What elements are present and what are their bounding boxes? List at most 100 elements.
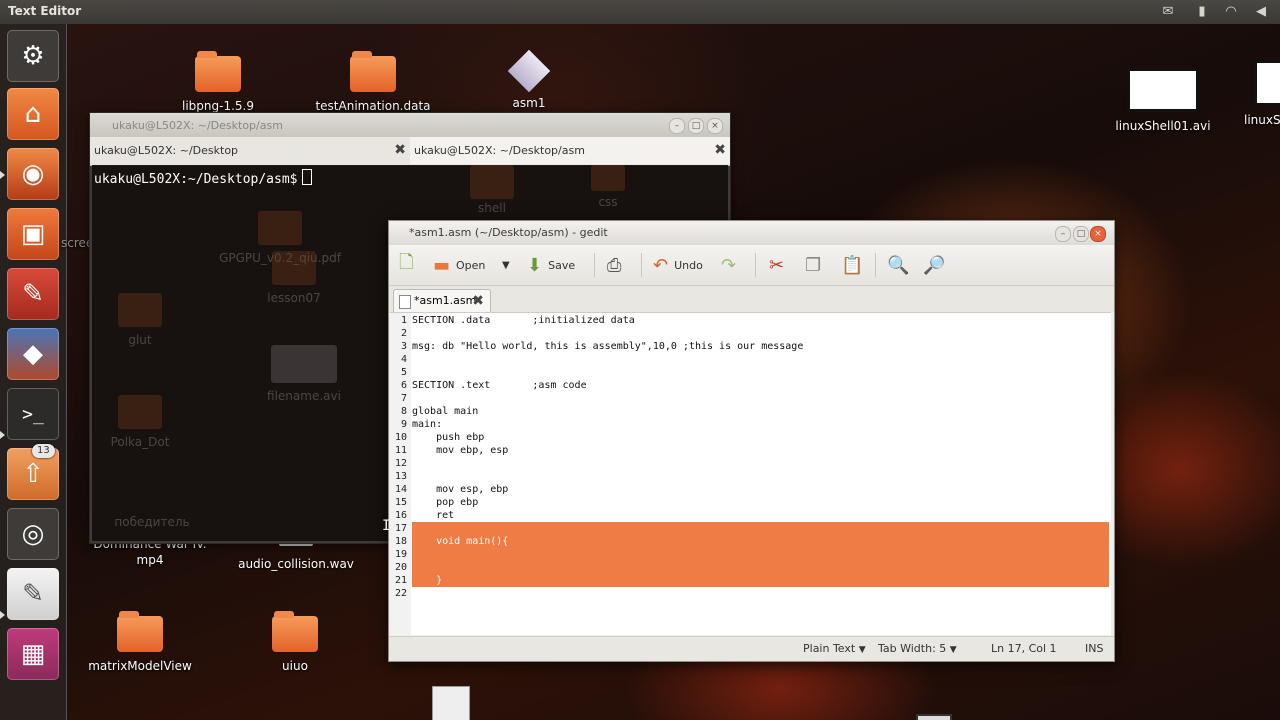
toolbar-separator: [875, 253, 876, 277]
ghost-folder: lesson07: [224, 251, 364, 305]
mail-icon[interactable]: ✉: [1159, 4, 1177, 20]
wifi-icon[interactable]: ◠: [1222, 4, 1240, 20]
text-editor-area[interactable]: 1 SECTION .data ;initialized data 2 3 msg: d…: [390, 312, 1111, 635]
desktop-file-linuxs[interactable]: linuxS: [1232, 60, 1280, 128]
selection-highlight: [412, 522, 1109, 587]
line-number: 1: [400, 315, 407, 326]
cut-button[interactable]: ✂: [769, 253, 790, 277]
text-cursor: [301, 169, 312, 185]
line-number: 5: [400, 367, 407, 378]
folder-icon: [117, 611, 163, 652]
system-settings-launcher[interactable]: ✎: [7, 268, 59, 320]
insert-mode: INS: [1085, 642, 1104, 655]
update-count-badge: 13: [32, 444, 55, 458]
desktop-file-linuxshell01[interactable]: linuxShell01.avi: [1103, 68, 1223, 134]
desktop-file-asm1[interactable]: asm1: [469, 49, 589, 111]
dash-button[interactable]: ⚙: [7, 30, 59, 82]
line-number: 8: [400, 406, 407, 417]
code-text: SECTION .text ;asm code: [412, 380, 587, 391]
new-document-icon: 🗋: [399, 252, 414, 273]
wrench-icon: ✎: [22, 279, 44, 309]
ghost-folder: glut: [70, 293, 210, 347]
text-editor-launcher[interactable]: ✎: [7, 568, 59, 620]
open-button[interactable]: ▬ Open: [433, 253, 485, 277]
folder-icon: [350, 51, 396, 92]
copy-button[interactable]: ❐: [805, 253, 827, 277]
chrome-launcher[interactable]: ◎: [7, 508, 59, 560]
redo-button[interactable]: ↷: [721, 253, 742, 277]
terminal-tab-bar: ukaku@L502X: ~/Desktop ✖ ukaku@L502X: ~/D…: [90, 137, 730, 166]
print-button[interactable]: ⎙: [607, 253, 627, 277]
launcher: ⚙ ⌂ ◉ ▣ ✎ ◆ >_ ⇧ 13 ◎ ✎ ▦: [0, 24, 67, 720]
software-center-launcher[interactable]: ▣: [7, 208, 59, 260]
scissors-icon: ✂: [769, 254, 785, 276]
desktop-folder-uiuo[interactable]: uiuo: [235, 611, 355, 674]
terminal-tab-desktop[interactable]: ukaku@L502X: ~/Desktop ✖: [90, 137, 410, 164]
code-text: SECTION .data ;initialized data: [412, 315, 635, 326]
app-launcher[interactable]: ◆: [7, 328, 59, 380]
desktop-folder-matrixmodelview[interactable]: matrixModelView: [80, 611, 200, 674]
minimize-button[interactable]: –: [669, 118, 685, 134]
line-number: 22: [394, 588, 407, 599]
find-button[interactable]: 🔍: [887, 253, 915, 277]
workspace-switcher-launcher[interactable]: ▦: [7, 628, 59, 680]
line-number: 11: [394, 445, 407, 456]
update-manager-launcher[interactable]: ⇧ 13: [7, 444, 59, 500]
line-number: 3: [400, 341, 407, 352]
document-tab-bar: *asm1.asm ✖: [389, 286, 1114, 313]
line-number: 12: [394, 458, 407, 469]
line-number: 7: [400, 393, 407, 404]
shopping-bag-icon: ▣: [20, 219, 46, 249]
recent-files-dropdown[interactable]: ▼: [502, 253, 510, 277]
close-tab-icon[interactable]: ✖: [394, 137, 406, 164]
volume-icon[interactable]: ◀: [1252, 4, 1270, 20]
close-tab-icon[interactable]: ✖: [472, 290, 484, 312]
save-button[interactable]: ⬇ Save: [527, 253, 575, 277]
code-text: main:: [412, 419, 443, 430]
new-document-button[interactable]: 🗋: [399, 252, 419, 277]
line-number: 18: [394, 536, 407, 547]
battery-icon[interactable]: ▮: [1193, 4, 1211, 20]
tab-width-selector[interactable]: Tab Width: 5 ▼: [878, 642, 957, 655]
paste-button[interactable]: 📋: [841, 253, 869, 277]
flag-icon: ◆: [23, 339, 43, 369]
desktop-folder-libpng[interactable]: libpng-1.5.9: [158, 51, 278, 114]
terminal-tab-asm[interactable]: ukaku@L502X: ~/Desktop/asm ✖: [410, 137, 730, 164]
undo-button[interactable]: ↶ Undo: [653, 253, 703, 277]
code-text: void main(){: [412, 536, 509, 547]
save-icon: ⬇: [527, 254, 543, 276]
home-folder-launcher[interactable]: ⌂: [7, 88, 59, 140]
minimize-button[interactable]: –: [1055, 226, 1071, 242]
code-text: mov ebp, esp: [412, 445, 509, 456]
gedit-window: *asm1.asm (~/Desktop/asm) - gedit – □ × …: [388, 220, 1115, 662]
chrome-icon: ◎: [21, 519, 45, 549]
document-tab-asm1[interactable]: *asm1.asm ✖: [393, 289, 491, 313]
document-icon[interactable]: [432, 686, 470, 720]
video-thumbnail-icon[interactable]: [916, 714, 952, 720]
paste-icon: 📋: [841, 254, 864, 276]
maximize-button[interactable]: □: [688, 118, 704, 134]
terminal-launcher[interactable]: >_: [7, 388, 59, 440]
ghost-file: победитель: [114, 515, 190, 529]
close-button[interactable]: ×: [1090, 226, 1106, 242]
status-bar: Plain Text ▼ Tab Width: 5 ▼ Ln 17, Col 1…: [389, 636, 1114, 661]
find-replace-icon: 🔎: [923, 254, 946, 276]
line-number: 14: [394, 484, 407, 495]
ubuntu-logo-icon: ⚙: [21, 41, 45, 71]
gedit-title: *asm1.asm (~/Desktop/asm) - gedit: [409, 226, 608, 239]
gedit-titlebar[interactable]: *asm1.asm (~/Desktop/asm) - gedit – □ ×: [389, 221, 1114, 245]
ghost-folder: Polka_Dot: [70, 395, 210, 449]
line-number: 2: [400, 328, 407, 339]
find-replace-button[interactable]: 🔎: [923, 253, 951, 277]
line-number: 9: [400, 419, 407, 430]
cursor-position: Ln 17, Col 1: [991, 642, 1057, 655]
maximize-button[interactable]: □: [1073, 226, 1089, 242]
redo-arrow-icon: ↷: [721, 254, 737, 276]
desktop-folder-testanimation[interactable]: testAnimation.data: [313, 51, 433, 114]
close-button[interactable]: ×: [707, 118, 723, 134]
firefox-launcher[interactable]: ◉: [7, 148, 59, 200]
toolbar-separator: [755, 253, 756, 277]
language-selector[interactable]: Plain Text ▼: [803, 642, 866, 655]
terminal-titlebar[interactable]: ukaku@L502X: ~/Desktop/asm – □ ×: [90, 113, 730, 137]
close-tab-icon[interactable]: ✖: [714, 137, 726, 164]
